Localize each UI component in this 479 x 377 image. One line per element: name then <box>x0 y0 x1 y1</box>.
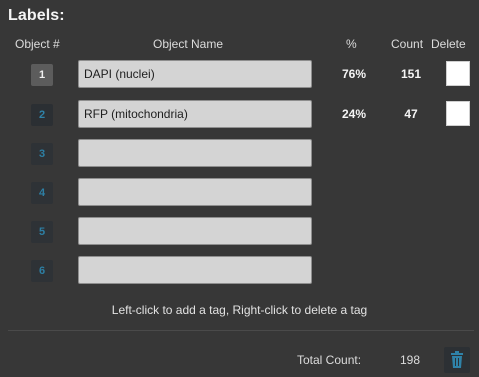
object-name-field-2[interactable] <box>78 100 312 128</box>
column-header-percent: % <box>346 37 357 51</box>
total-count-value: 198 <box>400 353 421 367</box>
total-count-label: Total Count: <box>297 353 362 367</box>
object-number-button-6[interactable]: 6 <box>31 260 53 282</box>
object-number-button-5[interactable]: 5 <box>31 221 53 243</box>
object-row-5: 5 <box>0 217 479 247</box>
object-row-2: 2 24% 47 <box>0 100 479 130</box>
column-header-object-name: Object Name <box>153 37 224 51</box>
object-name-field-4[interactable] <box>78 178 312 206</box>
panel-title: Labels: <box>8 7 65 24</box>
object-name-field-1[interactable] <box>78 60 312 88</box>
object-count-1: 151 <box>400 67 422 81</box>
delete-checkbox-2[interactable] <box>446 101 470 126</box>
labels-panel: Labels: Object # Object Name % Count Del… <box>0 0 479 377</box>
delete-all-button[interactable] <box>444 347 470 373</box>
column-header-object-number: Object # <box>15 37 60 51</box>
object-row-1: 1 76% 151 <box>0 60 479 90</box>
object-number-button-1[interactable]: 1 <box>31 64 53 86</box>
object-row-3: 3 <box>0 139 479 169</box>
object-percent-1: 76% <box>341 67 367 81</box>
footer-divider <box>8 330 474 331</box>
column-header-delete: Delete <box>431 37 466 51</box>
object-row-4: 4 <box>0 178 479 208</box>
object-name-field-5[interactable] <box>78 217 312 245</box>
trash-icon <box>451 351 463 368</box>
instruction-hint: Left-click to add a tag, Right-click to … <box>111 303 368 317</box>
object-count-2: 47 <box>404 107 418 121</box>
object-number-button-3[interactable]: 3 <box>31 143 53 165</box>
object-number-button-4[interactable]: 4 <box>31 182 53 204</box>
object-percent-2: 24% <box>341 107 367 121</box>
object-name-field-6[interactable] <box>78 256 312 284</box>
object-number-button-2[interactable]: 2 <box>31 104 53 126</box>
object-row-6: 6 <box>0 256 479 286</box>
delete-checkbox-1[interactable] <box>446 61 470 86</box>
column-header-count: Count <box>391 37 424 51</box>
object-name-field-3[interactable] <box>78 139 312 167</box>
